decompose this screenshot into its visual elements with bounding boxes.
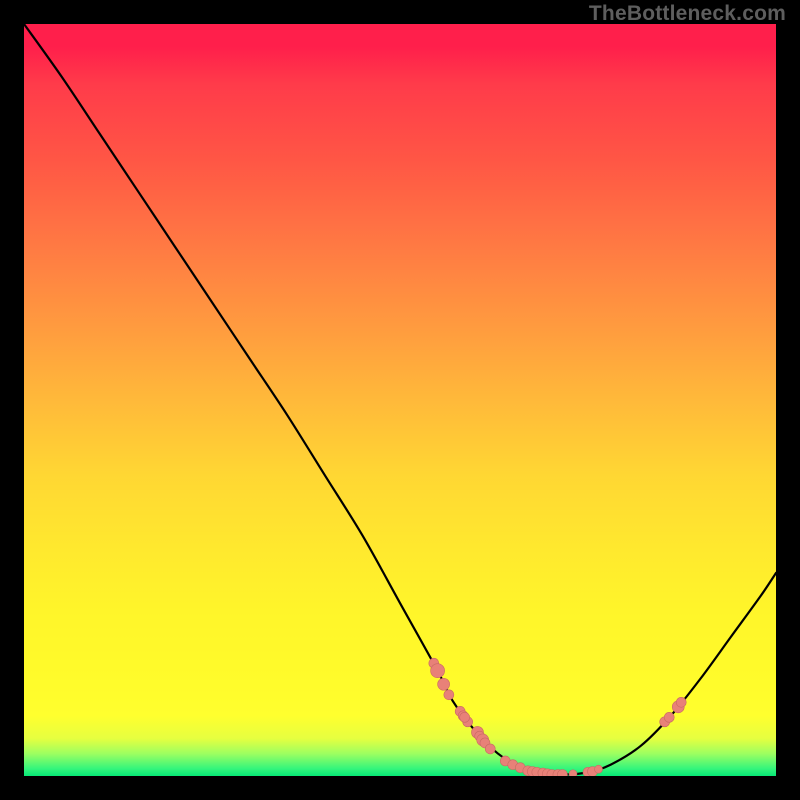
curve-marker <box>676 697 686 707</box>
curve-marker <box>460 712 470 722</box>
curve-marker <box>438 678 450 690</box>
chart-overlay <box>24 24 776 776</box>
curve-marker <box>444 690 454 700</box>
curve-marker <box>431 664 445 678</box>
watermark-text: TheBottleneck.com <box>589 2 786 26</box>
curve-markers <box>429 658 686 776</box>
chart-frame: TheBottleneck.com <box>0 0 800 800</box>
curve-marker <box>595 765 603 773</box>
bottleneck-curve <box>24 24 776 775</box>
curve-marker <box>485 744 495 754</box>
curve-marker <box>569 770 577 776</box>
curve-marker <box>664 712 674 722</box>
